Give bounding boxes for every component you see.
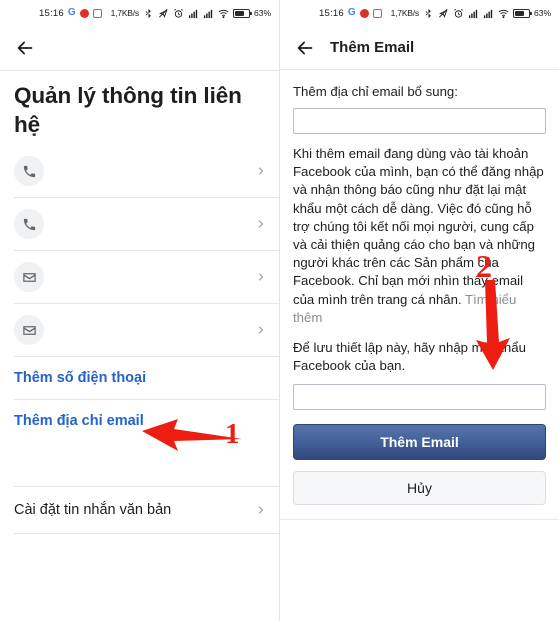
- email-field-label: Thêm địa chỉ email bổ sung:: [293, 84, 458, 99]
- bluetooth-icon: [143, 8, 154, 19]
- alarm-icon: [453, 8, 464, 19]
- add-email-submit-button[interactable]: Thêm Email: [293, 424, 546, 461]
- app-orange-icon: [372, 8, 382, 18]
- chevron-right-icon: [255, 218, 267, 230]
- status-bar-right: 15:16 G 1,7KB/s 63%: [280, 0, 559, 26]
- annotation-number-2: 2: [476, 248, 492, 284]
- email-icon: [14, 315, 44, 345]
- chevron-right-icon: [255, 504, 267, 516]
- chevron-right-icon: [255, 271, 267, 283]
- status-time: 15:16: [39, 7, 64, 19]
- password-note: Để lưu thiết lập này, hãy nhập mật khẩu …: [293, 340, 526, 374]
- location-off-icon: [438, 8, 449, 19]
- page-title: Quản lý thông tin liên hệ: [14, 83, 242, 137]
- cancel-button[interactable]: Hủy: [293, 471, 546, 506]
- signal-bars-icon: [468, 8, 479, 19]
- annotation-number-1: 1: [225, 418, 240, 450]
- text-message-settings-row[interactable]: Cài đặt tin nhắn văn bản: [0, 487, 279, 533]
- contact-row-phone-1[interactable]: [0, 145, 279, 197]
- left-phone-screen: 15:16 G 1,7KB/s 63% Quản lý thông tin li…: [0, 0, 279, 621]
- password-input[interactable]: [293, 384, 546, 411]
- google-icon: G: [67, 7, 76, 18]
- signal-bars-icon: [483, 8, 494, 19]
- location-off-icon: [158, 8, 169, 19]
- dual-screenshot-composite: 15:16 G 1,7KB/s 63% Quản lý thông tin li…: [0, 0, 559, 621]
- bluetooth-icon: [423, 8, 434, 19]
- left-app-bar: [0, 26, 279, 70]
- page-title: Thêm Email: [330, 39, 415, 56]
- signal-bars-icon: [203, 8, 214, 19]
- info-paragraph: Khi thêm email đang dùng vào tài khoản F…: [293, 145, 546, 327]
- battery-percent: 63%: [533, 8, 551, 18]
- text-message-settings-label: Cài đặt tin nhắn văn bản: [14, 502, 172, 518]
- back-arrow-icon[interactable]: [294, 37, 316, 59]
- app-red-icon: [359, 8, 369, 18]
- wifi-icon: [498, 8, 509, 19]
- alarm-icon: [173, 8, 184, 19]
- app-orange-icon: [92, 8, 102, 18]
- battery-percent: 63%: [253, 8, 271, 18]
- phone-icon: [14, 209, 44, 239]
- wifi-icon: [218, 8, 229, 19]
- app-red-icon: [79, 8, 89, 18]
- battery-icon: [512, 8, 532, 18]
- chevron-right-icon: [255, 165, 267, 177]
- add-phone-button[interactable]: Thêm số điện thoại: [0, 357, 279, 399]
- contact-row-email-2[interactable]: [0, 304, 279, 356]
- right-phone-screen: 15:16 G 1,7KB/s 63% Thêm Email Thêm địa …: [280, 0, 559, 621]
- signal-bars-icon: [188, 8, 199, 19]
- network-speed: 1,7KB/s: [110, 8, 140, 18]
- contact-row-phone-2[interactable]: [0, 198, 279, 250]
- email-icon: [14, 262, 44, 292]
- right-app-bar: Thêm Email: [280, 26, 559, 70]
- battery-icon: [232, 8, 252, 18]
- phone-icon: [14, 156, 44, 186]
- back-arrow-icon[interactable]: [14, 37, 36, 59]
- chevron-right-icon: [255, 324, 267, 336]
- google-icon: G: [347, 7, 356, 18]
- password-field-wrap: [293, 384, 546, 411]
- network-speed: 1,7KB/s: [390, 8, 420, 18]
- email-input[interactable]: [293, 108, 546, 134]
- info-paragraph-text: Khi thêm email đang dùng vào tài khoản F…: [293, 146, 544, 307]
- status-time: 15:16: [319, 7, 344, 19]
- add-email-form-card: Thêm địa chỉ email bổ sung: Khi thêm ema…: [280, 70, 559, 521]
- status-bar-left: 15:16 G 1,7KB/s 63%: [0, 0, 279, 26]
- contact-row-email-1[interactable]: [0, 251, 279, 303]
- row-divider: [14, 533, 279, 534]
